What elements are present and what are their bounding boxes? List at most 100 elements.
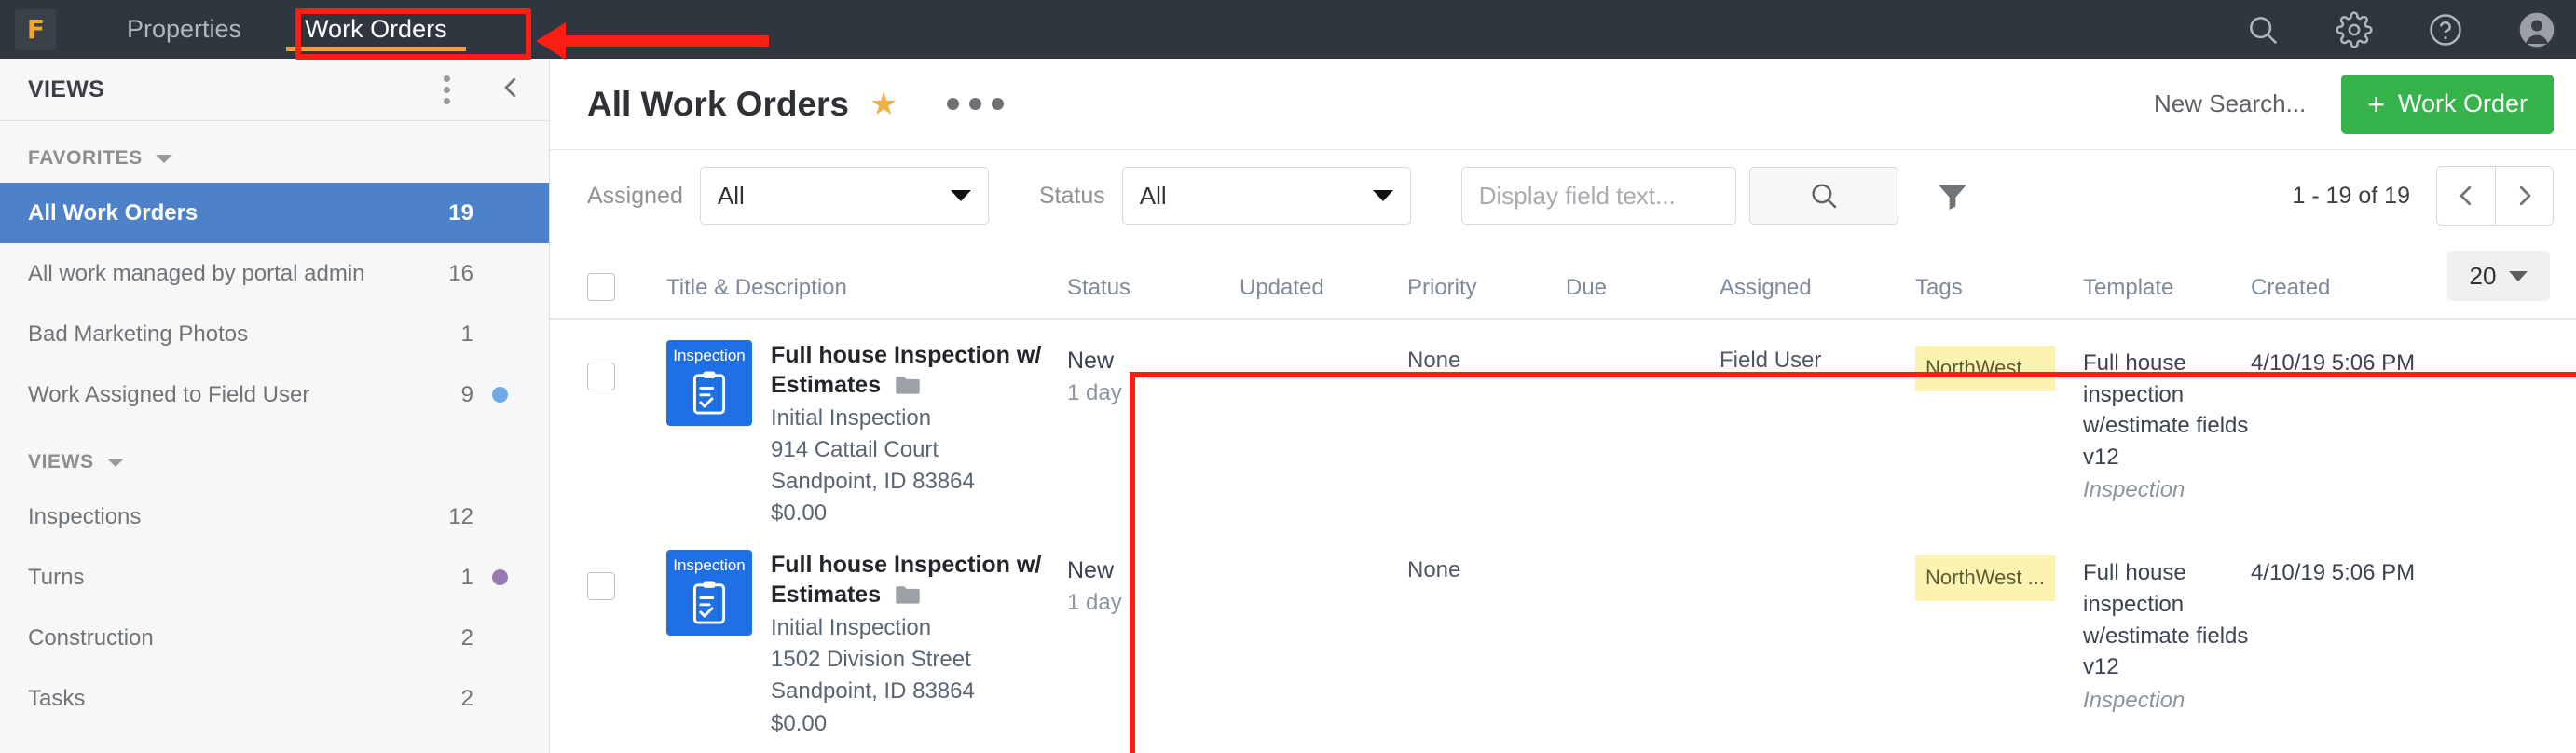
sidebar-item-count: 1 <box>461 322 473 348</box>
column-header-created[interactable]: Created <box>2251 241 2442 319</box>
row-checkbox[interactable] <box>587 572 615 600</box>
row-assigned-cell <box>1720 529 1915 739</box>
row-tags-cell: NorthWest ... <box>1915 319 2083 529</box>
sidebar-item-turns[interactable]: Turns 1 <box>0 547 549 608</box>
sidebar-group-favorites-header[interactable]: FAVORITES <box>0 121 549 183</box>
folder-icon <box>895 373 921 403</box>
table-body: Inspection <box>550 319 2576 740</box>
tab-properties[interactable]: Properties <box>95 0 273 59</box>
sidebar-item-count: 2 <box>461 686 473 712</box>
sidebar-item-tasks[interactable]: Tasks 2 <box>0 668 549 729</box>
status-dot <box>492 326 508 342</box>
row-template-cell: Full house inspection w/estimate fields … <box>2083 529 2251 739</box>
search-input[interactable] <box>1461 167 1736 225</box>
page-size-select[interactable]: 20 <box>2447 251 2550 301</box>
row-template-name: Full house inspection w/estimate fields … <box>2083 560 2248 679</box>
status-dot <box>492 266 508 281</box>
sidebar-group-views-label: VIEWS <box>28 451 94 473</box>
column-header-assigned[interactable]: Assigned <box>1720 241 1915 319</box>
search-icon[interactable] <box>2244 11 2281 48</box>
sidebar-item-bad-marketing-photos[interactable]: Bad Marketing Photos 1 <box>0 304 549 364</box>
row-created-cell: 4/10/19 5:06 PM <box>2251 529 2442 739</box>
column-header-priority[interactable]: Priority <box>1407 241 1566 319</box>
row-spacer-cell <box>2442 319 2576 529</box>
favorite-star-icon[interactable]: ★ <box>870 86 897 123</box>
row-title[interactable]: Full house Inspection w/ Estimates <box>771 550 1067 612</box>
status-dot <box>492 691 508 706</box>
row-title-cell: Inspection <box>666 529 1067 739</box>
row-address-line: 1502 Division Street <box>771 644 1067 676</box>
add-work-order-label: Work Order <box>2398 89 2528 118</box>
row-tags-cell: NorthWest ... <box>1915 529 2083 739</box>
select-all-checkbox[interactable] <box>587 273 615 301</box>
pagination-range: 1 - 19 of 19 <box>2293 183 2410 210</box>
row-select-cell <box>550 319 666 529</box>
sidebar-item-count: 16 <box>448 261 473 287</box>
row-due-cell <box>1566 529 1720 739</box>
sidebar-item-label: Turns <box>28 565 445 591</box>
main-content: All Work Orders ★ New Search... + Work O… <box>550 59 2576 753</box>
assigned-filter-value: All <box>718 182 745 211</box>
sidebar-collapse-icon[interactable] <box>497 72 525 108</box>
sidebar-more-options-icon[interactable] <box>440 72 454 108</box>
app-logo-icon[interactable]: F <box>15 9 56 50</box>
new-search-link[interactable]: New Search... <box>2154 89 2306 118</box>
status-dot <box>492 509 508 525</box>
sidebar-item-all-work-managed-by-portal-admin[interactable]: All work managed by portal admin 16 <box>0 243 549 304</box>
sidebar-item-label: All work managed by portal admin <box>28 261 432 287</box>
tag-badge[interactable]: NorthWest ... <box>1915 346 2055 391</box>
sidebar-item-construction[interactable]: Construction 2 <box>0 608 549 668</box>
clipboard-checklist-icon <box>689 579 730 634</box>
row-status-cell: New 1 day <box>1067 529 1240 739</box>
avatar[interactable] <box>2518 11 2555 48</box>
previous-page-button[interactable] <box>2437 167 2495 225</box>
top-nav-actions <box>2244 0 2555 59</box>
row-title[interactable]: Full house Inspection w/ Estimates <box>771 340 1067 403</box>
column-header-page-size: 20 <box>2442 241 2576 319</box>
add-work-order-button[interactable]: + Work Order <box>2341 75 2554 134</box>
row-amount: $0.00 <box>771 708 1067 740</box>
sidebar-item-work-assigned-to-field-user[interactable]: Work Assigned to Field User 9 <box>0 364 549 425</box>
column-header-tags[interactable]: Tags <box>1915 241 2083 319</box>
sidebar-item-all-work-orders[interactable]: All Work Orders 19 <box>0 183 549 243</box>
column-header-due[interactable]: Due <box>1566 241 1720 319</box>
table-row[interactable]: Inspection <box>550 529 2576 739</box>
annotation-arrow <box>536 35 769 47</box>
sidebar-item-inspections[interactable]: Inspections 12 <box>0 486 549 547</box>
chevron-down-icon <box>107 459 124 467</box>
column-header-title[interactable]: Title & Description <box>666 241 1067 319</box>
more-options-icon[interactable] <box>947 98 1004 110</box>
row-checkbox[interactable] <box>587 363 615 390</box>
sidebar-header: VIEWS <box>0 59 549 121</box>
column-header-template[interactable]: Template <box>2083 241 2251 319</box>
assigned-filter-label: Assigned <box>587 183 683 210</box>
assigned-filter-select[interactable]: All <box>700 167 989 225</box>
table-header: Title & Description Status Updated Prior… <box>550 241 2576 319</box>
filter-icon[interactable] <box>1934 177 1971 214</box>
row-due-cell <box>1566 319 1720 529</box>
row-updated-cell <box>1240 529 1407 739</box>
main-header-actions: New Search... + Work Order <box>2154 75 2554 134</box>
status-dot <box>492 569 508 585</box>
row-status: New <box>1067 348 1240 375</box>
row-template-type: Inspection <box>2083 474 2251 506</box>
sidebar-title: VIEWS <box>28 76 104 103</box>
sidebar-item-label: Bad Marketing Photos <box>28 322 445 348</box>
help-icon[interactable] <box>2427 11 2464 48</box>
table-row[interactable]: Inspection <box>550 319 2576 529</box>
tab-work-orders-label: Work Orders <box>305 15 447 44</box>
tab-work-orders[interactable]: Work Orders <box>273 0 479 59</box>
row-assigned-cell: Field User <box>1720 319 1915 529</box>
search-button[interactable] <box>1749 167 1898 225</box>
status-filter-select[interactable]: All <box>1122 167 1411 225</box>
row-address-line: 914 Cattail Court <box>771 434 1067 466</box>
tag-badge[interactable]: NorthWest ... <box>1915 555 2055 601</box>
row-status-age: 1 day <box>1067 590 1240 616</box>
column-header-updated[interactable]: Updated <box>1240 241 1407 319</box>
column-header-status[interactable]: Status <box>1067 241 1240 319</box>
next-page-button[interactable] <box>2495 167 2553 225</box>
sidebar-item-label: Construction <box>28 625 445 651</box>
table-header-row: Title & Description Status Updated Prior… <box>550 241 2576 319</box>
gear-icon[interactable] <box>2336 11 2373 48</box>
sidebar-group-views-header[interactable]: VIEWS <box>0 425 549 486</box>
